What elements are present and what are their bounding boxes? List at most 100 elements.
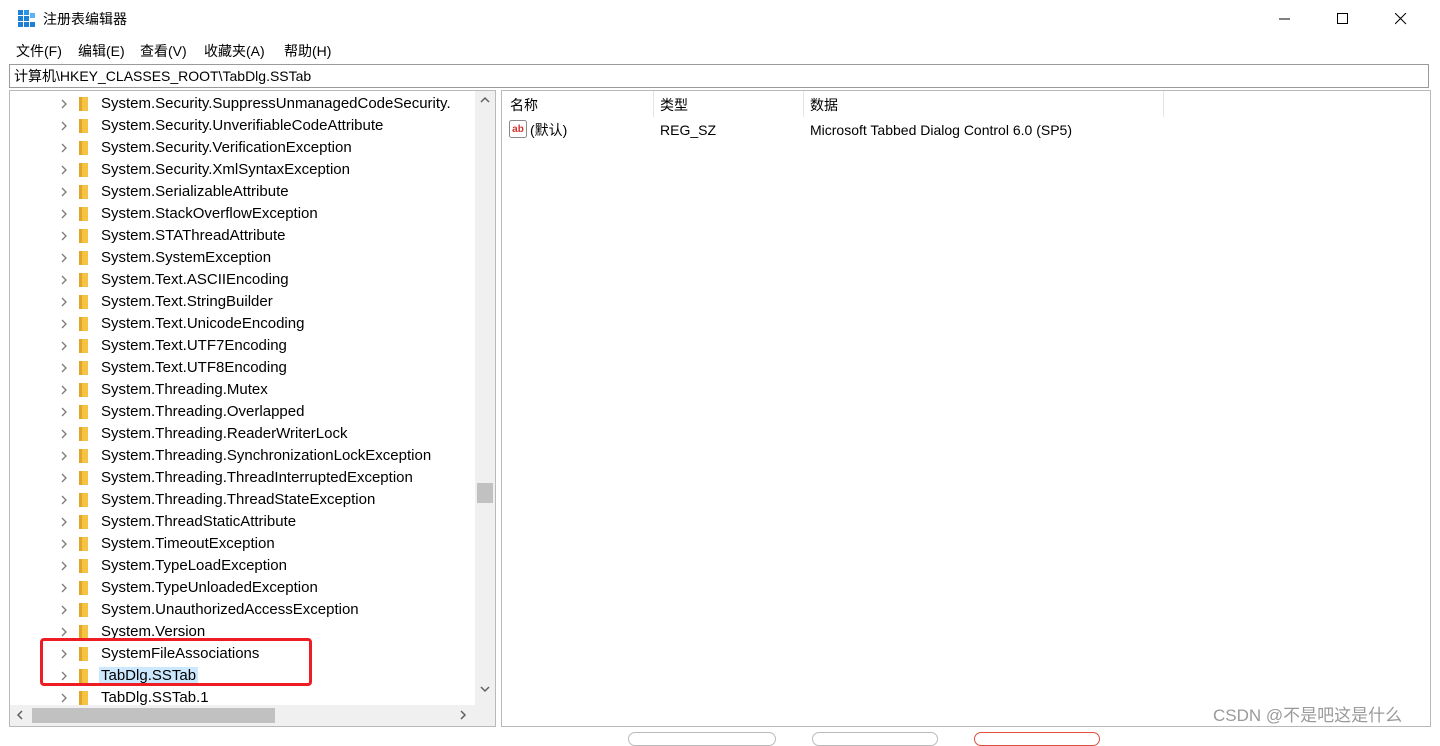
- chevron-right-icon[interactable]: [59, 252, 69, 264]
- tree-item[interactable]: System.ThreadStaticAttribute: [10, 511, 476, 533]
- tree-item[interactable]: System.STAThreadAttribute: [10, 225, 476, 247]
- tree-item-label: System.Threading.Overlapped: [101, 403, 305, 420]
- tree-item[interactable]: System.Threading.Mutex: [10, 379, 476, 401]
- tree-item[interactable]: System.TimeoutException: [10, 533, 476, 555]
- column-header-type[interactable]: 类型: [660, 96, 688, 114]
- tree-horizontal-scrollbar[interactable]: [10, 705, 475, 726]
- chevron-right-icon[interactable]: [59, 472, 69, 484]
- value-data: Microsoft Tabbed Dialog Control 6.0 (SP5…: [810, 122, 1072, 138]
- scroll-down-icon[interactable]: [480, 685, 490, 693]
- chevron-right-icon[interactable]: [59, 384, 69, 396]
- tree-item[interactable]: System.Threading.SynchronizationLockExce…: [10, 445, 476, 467]
- menu-edit[interactable]: 编辑(E): [78, 42, 125, 60]
- tree-item[interactable]: System.Text.ASCIIEncoding: [10, 269, 476, 291]
- folder-icon: [79, 251, 88, 265]
- chevron-right-icon[interactable]: [59, 120, 69, 132]
- chevron-right-icon[interactable]: [59, 494, 69, 506]
- tree-item-label: System.Threading.Mutex: [101, 381, 268, 398]
- chevron-right-icon[interactable]: [59, 692, 69, 704]
- tree-item-label: System.Security.XmlSyntaxException: [101, 161, 350, 178]
- watermark: CSDN @不是吧这是什么: [1213, 706, 1403, 725]
- folder-icon: [79, 361, 88, 375]
- tree-item[interactable]: System.StackOverflowException: [10, 203, 476, 225]
- tree-item[interactable]: System.TypeLoadException: [10, 555, 476, 577]
- maximize-button[interactable]: [1314, 0, 1372, 38]
- tree-item[interactable]: System.SystemException: [10, 247, 476, 269]
- chevron-right-icon[interactable]: [59, 516, 69, 528]
- column-divider[interactable]: [653, 91, 654, 117]
- tree-item[interactable]: System.Threading.ThreadStateException: [10, 489, 476, 511]
- close-button[interactable]: [1372, 0, 1430, 38]
- chevron-right-icon[interactable]: [59, 186, 69, 198]
- tree-item[interactable]: System.Threading.Overlapped: [10, 401, 476, 423]
- menu-view[interactable]: 查看(V): [140, 42, 187, 60]
- menu-bar: 文件(F) 编辑(E) 查看(V) 收藏夹(A) 帮助(H): [0, 38, 1440, 64]
- menu-help[interactable]: 帮助(H): [284, 42, 331, 60]
- tree-item[interactable]: System.Security.VerificationException: [10, 137, 476, 159]
- chevron-right-icon[interactable]: [59, 296, 69, 308]
- tree-item[interactable]: System.UnauthorizedAccessException: [10, 599, 476, 621]
- chevron-right-icon[interactable]: [59, 340, 69, 352]
- chevron-right-icon[interactable]: [59, 142, 69, 154]
- tree-item-label: System.Security.UnverifiableCodeAttribut…: [101, 117, 384, 134]
- partial-button[interactable]: [628, 732, 776, 746]
- chevron-right-icon[interactable]: [59, 428, 69, 440]
- minimize-icon: [1279, 18, 1290, 20]
- tree-item[interactable]: System.Text.UnicodeEncoding: [10, 313, 476, 335]
- tree-item-label: System.Threading.ThreadStateException: [101, 491, 376, 508]
- chevron-right-icon[interactable]: [59, 98, 69, 110]
- chevron-right-icon[interactable]: [59, 318, 69, 330]
- vertical-scroll-thumb[interactable]: [477, 483, 493, 503]
- folder-icon: [79, 471, 88, 485]
- chevron-right-icon[interactable]: [59, 208, 69, 220]
- chevron-right-icon[interactable]: [59, 626, 69, 638]
- chevron-right-icon[interactable]: [59, 406, 69, 418]
- values-pane[interactable]: 名称 类型 数据 ab (默认) REG_SZ Microsoft Tabbed…: [501, 90, 1431, 727]
- chevron-right-icon[interactable]: [59, 164, 69, 176]
- address-path[interactable]: 计算机\HKEY_CLASSES_ROOT\TabDlg.SSTab: [14, 68, 311, 85]
- tree-item[interactable]: System.Security.UnverifiableCodeAttribut…: [10, 115, 476, 137]
- chevron-right-icon[interactable]: [59, 362, 69, 374]
- chevron-right-icon[interactable]: [59, 274, 69, 286]
- scroll-right-icon[interactable]: [459, 710, 467, 720]
- folder-icon: [79, 691, 88, 705]
- partial-button[interactable]: [974, 732, 1100, 746]
- menu-file[interactable]: 文件(F): [16, 42, 62, 60]
- tree-item[interactable]: System.Text.UTF7Encoding: [10, 335, 476, 357]
- tree-item-label: System.Security.SuppressUnmanagedCodeSec…: [101, 95, 451, 112]
- column-divider[interactable]: [1163, 91, 1164, 117]
- menu-favorites[interactable]: 收藏夹(A): [204, 42, 265, 60]
- address-bar[interactable]: 计算机\HKEY_CLASSES_ROOT\TabDlg.SSTab: [9, 64, 1429, 88]
- minimize-button[interactable]: [1256, 0, 1314, 38]
- scroll-up-icon[interactable]: [480, 96, 490, 104]
- tree-item-label: System.UnauthorizedAccessException: [101, 601, 359, 618]
- column-header-name[interactable]: 名称: [510, 96, 538, 114]
- tree-item-label: System.STAThreadAttribute: [101, 227, 286, 244]
- chevron-right-icon[interactable]: [59, 230, 69, 242]
- tree-item[interactable]: System.Security.XmlSyntaxException: [10, 159, 476, 181]
- chevron-right-icon[interactable]: [59, 604, 69, 616]
- value-type: REG_SZ: [660, 122, 717, 138]
- tree-vertical-scrollbar[interactable]: [475, 91, 495, 705]
- tree-item[interactable]: System.SerializableAttribute: [10, 181, 476, 203]
- chevron-right-icon[interactable]: [59, 560, 69, 572]
- tree-item-label: System.Threading.ReaderWriterLock: [101, 425, 348, 442]
- tree-item[interactable]: System.Threading.ReaderWriterLock: [10, 423, 476, 445]
- svg-text:ab: ab: [512, 124, 524, 135]
- tree-item[interactable]: System.TypeUnloadedException: [10, 577, 476, 599]
- tree-item[interactable]: System.Threading.ThreadInterruptedExcept…: [10, 467, 476, 489]
- key-tree-pane[interactable]: System.Security.SuppressUnmanagedCodeSec…: [9, 90, 496, 727]
- chevron-right-icon[interactable]: [59, 450, 69, 462]
- tree-item[interactable]: System.Text.UTF8Encoding: [10, 357, 476, 379]
- scroll-left-icon[interactable]: [16, 710, 24, 720]
- tree-item[interactable]: System.Text.StringBuilder: [10, 291, 476, 313]
- column-divider[interactable]: [803, 91, 804, 117]
- partial-button[interactable]: [812, 732, 938, 746]
- column-header-data[interactable]: 数据: [810, 96, 838, 114]
- horizontal-scroll-thumb[interactable]: [32, 708, 275, 723]
- chevron-right-icon[interactable]: [59, 538, 69, 550]
- chevron-right-icon[interactable]: [59, 582, 69, 594]
- tree-item[interactable]: System.Security.SuppressUnmanagedCodeSec…: [10, 93, 476, 115]
- folder-icon: [79, 141, 88, 155]
- window-title: 注册表编辑器: [43, 11, 127, 27]
